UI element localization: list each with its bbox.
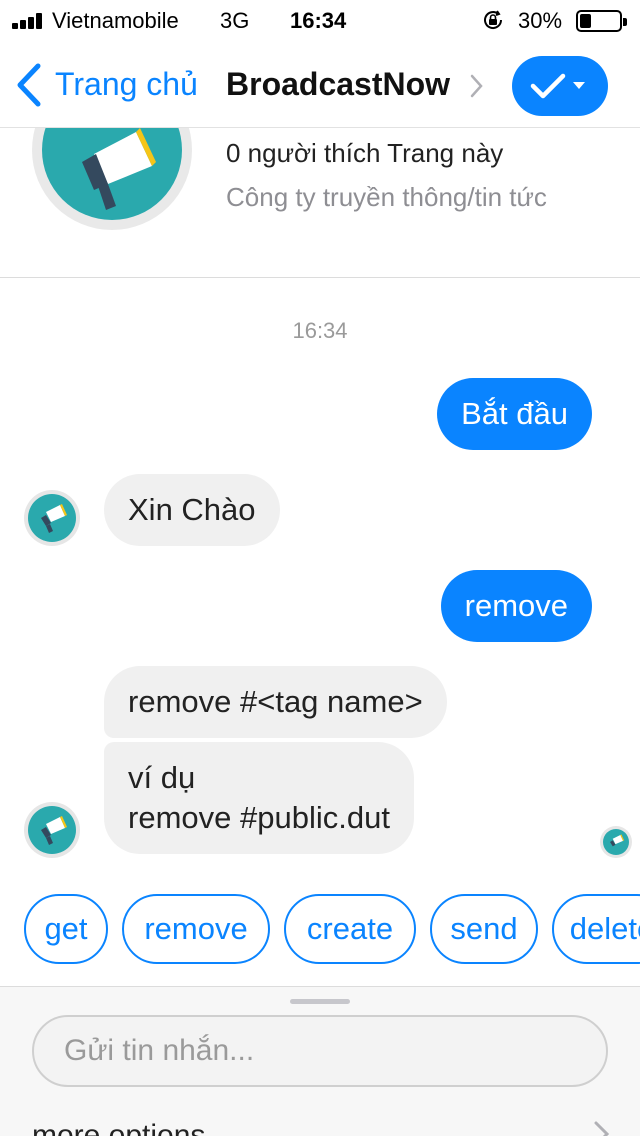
- status-time: 16:34: [290, 8, 347, 33]
- message-line: ví dụ: [128, 760, 196, 795]
- manage-messages-button[interactable]: [512, 56, 608, 116]
- caret-down-icon: [573, 82, 585, 89]
- network-type: 3G: [220, 8, 250, 33]
- message-line: remove #public.dut: [128, 800, 390, 835]
- message-input[interactable]: [32, 1015, 608, 1087]
- back-chevron-icon[interactable]: [14, 62, 44, 108]
- megaphone-icon: [82, 128, 182, 220]
- outgoing-message[interactable]: Bắt đầu: [437, 378, 592, 450]
- incoming-message[interactable]: Xin Chào: [104, 474, 280, 546]
- signal-icon: [12, 13, 48, 29]
- status-bar: Vietnamobile 3G 16:34 30%: [0, 0, 640, 40]
- quick-reply-remove[interactable]: remove: [122, 894, 270, 964]
- quick-reply-delete[interactable]: delete: [552, 894, 640, 964]
- quick-reply-send[interactable]: send: [430, 894, 538, 964]
- more-options-label[interactable]: more options: [32, 1119, 205, 1136]
- chevron-right-icon[interactable]: [470, 74, 484, 98]
- incoming-message[interactable]: ví dụ remove #public.dut: [104, 742, 414, 854]
- battery-icon: [576, 10, 627, 32]
- conversation-title[interactable]: BroadcastNow: [226, 66, 450, 103]
- sender-avatar[interactable]: [24, 490, 80, 546]
- quick-reply-get[interactable]: get: [24, 894, 108, 964]
- megaphone-icon: [41, 504, 67, 533]
- checkmark-icon: [530, 73, 585, 99]
- megaphone-icon: [41, 816, 67, 845]
- incoming-message[interactable]: remove #<tag name>: [104, 666, 447, 738]
- back-button[interactable]: Trang chủ: [55, 66, 198, 103]
- message-timestamp: 16:34: [292, 318, 348, 343]
- page-header: 0 người thích Trang này Công ty truyền t…: [0, 128, 640, 278]
- carrier-name: Vietnamobile: [52, 8, 179, 33]
- quick-replies: get remove create send delete: [0, 894, 640, 966]
- sender-avatar[interactable]: [24, 802, 80, 858]
- quick-reply-create[interactable]: create: [284, 894, 416, 964]
- page-category: Công ty truyền thông/tin tức: [226, 182, 547, 212]
- chevron-right-icon[interactable]: [592, 1119, 612, 1136]
- navigation-bar: Trang chủ BroadcastNow: [0, 44, 640, 128]
- page-avatar[interactable]: [32, 128, 192, 230]
- seen-indicator-avatar: [600, 826, 632, 858]
- drag-handle[interactable]: [290, 999, 350, 1004]
- outgoing-message[interactable]: remove: [440, 570, 592, 642]
- orientation-lock-icon: [484, 10, 503, 29]
- message-composer: more options: [0, 986, 640, 1136]
- battery-percentage: 30%: [518, 8, 563, 33]
- page-likes: 0 người thích Trang này: [226, 138, 504, 168]
- megaphone-icon: [610, 834, 625, 847]
